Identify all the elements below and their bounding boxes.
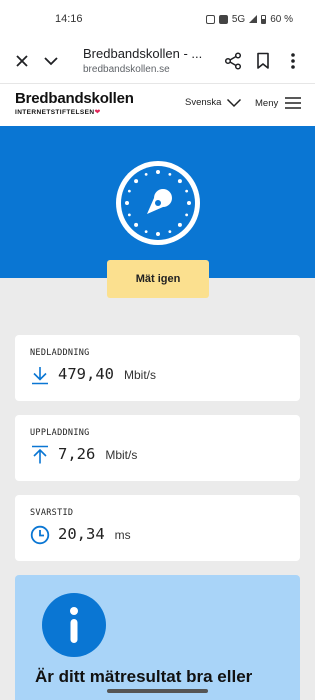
gauge-tick bbox=[127, 189, 131, 193]
bookmark-icon bbox=[257, 52, 269, 69]
upload-arrow-icon bbox=[32, 445, 48, 464]
site-logo[interactable]: Bredbandskollen INTERNETSTIFTELSEN❤ bbox=[15, 90, 134, 116]
gauge-tick bbox=[177, 222, 182, 227]
gauge-tick bbox=[144, 172, 148, 176]
logo-subtext: INTERNETSTIFTELSEN bbox=[15, 109, 95, 116]
gauge-tick bbox=[134, 222, 139, 227]
download-label: NEDLADDNING bbox=[30, 348, 90, 358]
url-block[interactable]: Bredbandskollen - ... bredbandskollen.se bbox=[83, 46, 208, 75]
info-card: Är ditt mätresultat bra eller bbox=[15, 575, 300, 700]
page-url: bredbandskollen.se bbox=[83, 64, 170, 75]
bookmark-button[interactable] bbox=[252, 50, 274, 72]
heart-icon: ❤ bbox=[94, 109, 101, 116]
speedometer-icon bbox=[116, 161, 200, 245]
page-title: Bredbandskollen - ... bbox=[83, 46, 203, 61]
upload-value: 7,26 bbox=[58, 445, 96, 463]
logo-text: Bredbandskollen bbox=[15, 90, 134, 107]
hamburger-icon bbox=[285, 97, 302, 109]
gauge-tick bbox=[127, 213, 131, 217]
download-value: 479,40 bbox=[58, 365, 114, 383]
chevron-down-icon bbox=[227, 98, 242, 107]
gauge-tick bbox=[125, 201, 129, 205]
signal-icon bbox=[249, 15, 258, 23]
network-type: 5G bbox=[231, 13, 246, 25]
latency-unit: ms bbox=[114, 528, 131, 542]
gauge-tick bbox=[144, 230, 148, 234]
download-unit: Mbit/s bbox=[124, 368, 157, 382]
hero-banner bbox=[0, 126, 315, 278]
latency-value: 20,34 bbox=[58, 525, 105, 543]
browser-toolbar: Bredbandskollen - ... bredbandskollen.se bbox=[0, 38, 315, 84]
latency-label: SVARSTID bbox=[30, 508, 74, 518]
measure-again-button[interactable]: Mät igen bbox=[107, 260, 209, 298]
info-icon bbox=[42, 593, 106, 657]
home-indicator[interactable] bbox=[107, 689, 208, 693]
site-header: Bredbandskollen INTERNETSTIFTELSEN❤ Sven… bbox=[0, 85, 315, 125]
latency-result-card: SVARSTID 20,34 ms bbox=[15, 495, 300, 561]
menu-label: Meny bbox=[255, 97, 279, 109]
notification-icon bbox=[205, 14, 215, 24]
gauge-tick bbox=[168, 230, 172, 234]
upload-unit: Mbit/s bbox=[105, 448, 138, 462]
battery-icon bbox=[261, 14, 267, 24]
more-vert-icon bbox=[291, 53, 295, 69]
close-tab-button[interactable] bbox=[11, 50, 33, 72]
share-icon bbox=[224, 52, 242, 70]
status-bar: 14:16 5G 60 % bbox=[0, 0, 315, 38]
expand-button[interactable] bbox=[40, 50, 62, 72]
more-options-button[interactable] bbox=[282, 50, 304, 72]
nfc-icon bbox=[218, 14, 228, 24]
upload-result-card: UPPLADDNING 7,26 Mbit/s bbox=[15, 415, 300, 481]
gauge-tick bbox=[168, 172, 172, 176]
status-icons: 5G 60 % bbox=[205, 13, 293, 25]
gauge-tick bbox=[177, 179, 182, 184]
gauge-tick bbox=[156, 232, 160, 236]
gauge-tick bbox=[185, 213, 189, 217]
close-icon bbox=[16, 55, 28, 67]
download-arrow-icon bbox=[32, 367, 48, 385]
menu-button[interactable]: Meny bbox=[255, 97, 302, 109]
upload-label: UPPLADDNING bbox=[30, 428, 90, 438]
clock-icon bbox=[30, 525, 50, 545]
gauge-tick bbox=[187, 201, 191, 205]
info-heading: Är ditt mätresultat bra eller bbox=[35, 667, 253, 686]
battery-level: 60 % bbox=[270, 13, 293, 25]
download-result-card: NEDLADDNING 479,40 Mbit/s bbox=[15, 335, 300, 401]
share-button[interactable] bbox=[222, 50, 244, 72]
status-time: 14:16 bbox=[55, 13, 83, 25]
language-select[interactable]: Svenska bbox=[185, 97, 242, 108]
chevron-down-icon bbox=[44, 57, 58, 66]
gauge-tick bbox=[156, 170, 160, 174]
gauge-tick bbox=[134, 179, 139, 184]
language-label: Svenska bbox=[185, 97, 222, 108]
gauge-tick bbox=[185, 189, 189, 193]
